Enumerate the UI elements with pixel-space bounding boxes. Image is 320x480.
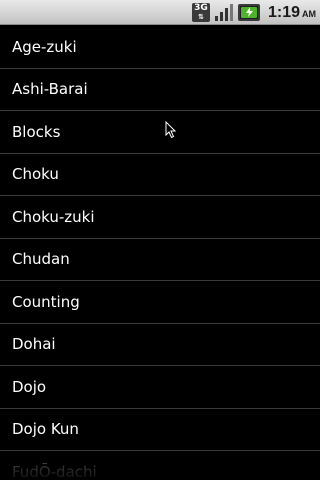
list-item-label: Blocks — [12, 122, 61, 141]
list-item-label: Age-zuki — [12, 37, 77, 56]
clock-ampm: AM — [302, 8, 316, 19]
list-item-label: Ashi-Barai — [12, 80, 88, 99]
list-item-label: FudŌ-dachi — [12, 463, 97, 480]
status-bar: 3G ⇅ 1:19 AM — [0, 0, 320, 25]
list-item[interactable]: Choku — [0, 154, 320, 196]
list-item[interactable]: Ashi-Barai — [0, 69, 320, 111]
network-3g-icon: 3G ⇅ — [191, 3, 210, 22]
charging-bolt-icon — [245, 7, 253, 17]
list-item-label: Chudan — [12, 250, 70, 269]
list-item-label: Dojo — [12, 377, 47, 396]
status-clock: 1:19 AM — [268, 4, 316, 22]
list-item-label: Counting — [12, 292, 80, 311]
data-arrows-icon: ⇅ — [198, 13, 204, 21]
list-item-label: Choku — [12, 165, 59, 184]
mouse-cursor-icon — [165, 121, 177, 139]
status-icons: 3G ⇅ 1:19 AM — [191, 2, 316, 23]
list-item[interactable]: Dojo Kun — [0, 409, 320, 451]
list-item[interactable]: Dohai — [0, 324, 320, 366]
clock-time: 1:19 — [267, 3, 300, 21]
signal-icon — [214, 4, 233, 21]
battery-icon — [237, 4, 260, 21]
list-item[interactable]: Dojo — [0, 366, 320, 409]
list-item[interactable]: Age-zuki — [0, 26, 320, 69]
list-item[interactable]: Counting — [0, 281, 320, 324]
list-item-label: Dojo Kun — [12, 420, 79, 439]
list-item[interactable]: Blocks — [0, 111, 320, 154]
list-item-label: Dohai — [12, 335, 56, 354]
list-item[interactable]: FudŌ-dachi — [0, 451, 320, 480]
list-item[interactable]: Choku-zuki — [0, 196, 320, 239]
list-item[interactable]: Chudan — [0, 239, 320, 281]
network-label: 3G — [194, 3, 208, 13]
glossary-list[interactable]: Age-zuki Ashi-Barai Blocks Choku Choku-z… — [0, 26, 320, 480]
list-item-label: Choku-zuki — [12, 207, 95, 226]
